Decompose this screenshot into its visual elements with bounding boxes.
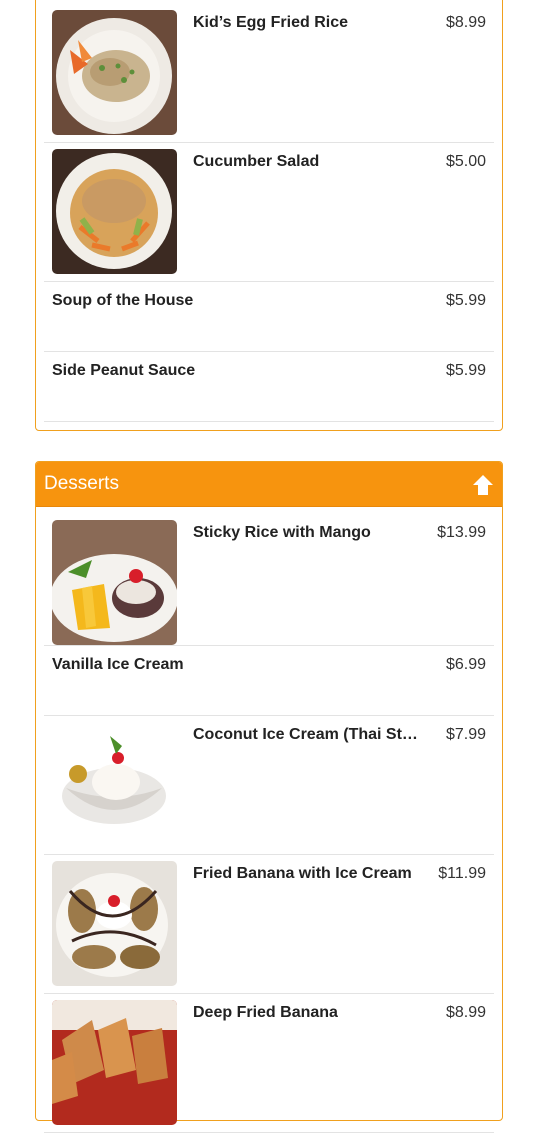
menu-category-panel-desserts: Desserts Sticky Rice with Mango $13.99 V… [35, 461, 503, 1133]
menu-item-list: Kid’s Egg Fried Rice $8.99 Cucumber Sala… [44, 4, 494, 422]
food-photo-coconut-ice-cream [52, 722, 177, 847]
menu-item[interactable]: Side Peanut Sauce $5.99 [44, 352, 494, 422]
arrow-up-icon[interactable] [472, 474, 494, 496]
food-photo-mango-sticky-rice [52, 520, 177, 645]
menu-item-name: Coconut Ice Cream (Thai Style) [193, 726, 419, 743]
menu-item-price: $8.99 [445, 14, 486, 31]
menu-item-name: Sticky Rice with Mango [193, 524, 371, 541]
menu-item-name: Cucumber Salad [193, 153, 320, 170]
menu-item-price: $5.99 [445, 362, 486, 379]
menu-item-price: $7.99 [445, 726, 486, 743]
menu-item[interactable]: Vanilla Ice Cream $6.99 [44, 646, 494, 716]
menu-item-price: $5.99 [445, 292, 486, 309]
menu-category-panel: Kid’s Egg Fried Rice $8.99 Cucumber Sala… [35, 0, 503, 431]
menu-item-price: $11.99 [438, 865, 486, 882]
menu-item-name: Soup of the House [52, 292, 194, 309]
menu-item-price: $8.99 [445, 1004, 486, 1021]
menu-item-name: Deep Fried Banana [193, 1004, 338, 1021]
menu-item[interactable]: Sticky Rice with Mango $13.99 [44, 507, 494, 646]
food-photo-fried-banana-ice-cream [52, 861, 177, 986]
category-header[interactable]: Desserts [36, 462, 502, 507]
menu-item-price: $6.99 [445, 656, 486, 673]
menu-item[interactable]: Deep Fried Banana $8.99 [44, 994, 494, 1133]
menu-item-name: Side Peanut Sauce [52, 362, 196, 379]
menu-item-name: Kid’s Egg Fried Rice [193, 14, 348, 31]
menu-item-price: $13.99 [437, 524, 486, 541]
menu-item[interactable]: Cucumber Salad $5.00 [44, 143, 494, 282]
menu-item-list: Sticky Rice with Mango $13.99 Vanilla Ic… [44, 507, 494, 1133]
category-title: Desserts [44, 473, 119, 494]
menu-item[interactable]: Kid’s Egg Fried Rice $8.99 [44, 4, 494, 143]
menu-item[interactable]: Coconut Ice Cream (Thai Style) $7.99 [44, 716, 494, 855]
menu-item[interactable]: Fried Banana with Ice Cream $11.99 [44, 855, 494, 994]
menu-item-name: Fried Banana with Ice Cream [193, 865, 412, 882]
menu-item-name: Vanilla Ice Cream [52, 656, 184, 673]
menu-item[interactable]: Soup of the House $5.99 [44, 282, 494, 352]
menu-item-price: $5.00 [445, 153, 486, 170]
food-photo-fried-rice [52, 10, 177, 135]
food-photo-cucumber-salad [52, 149, 177, 274]
food-photo-deep-fried-banana [52, 1000, 177, 1125]
